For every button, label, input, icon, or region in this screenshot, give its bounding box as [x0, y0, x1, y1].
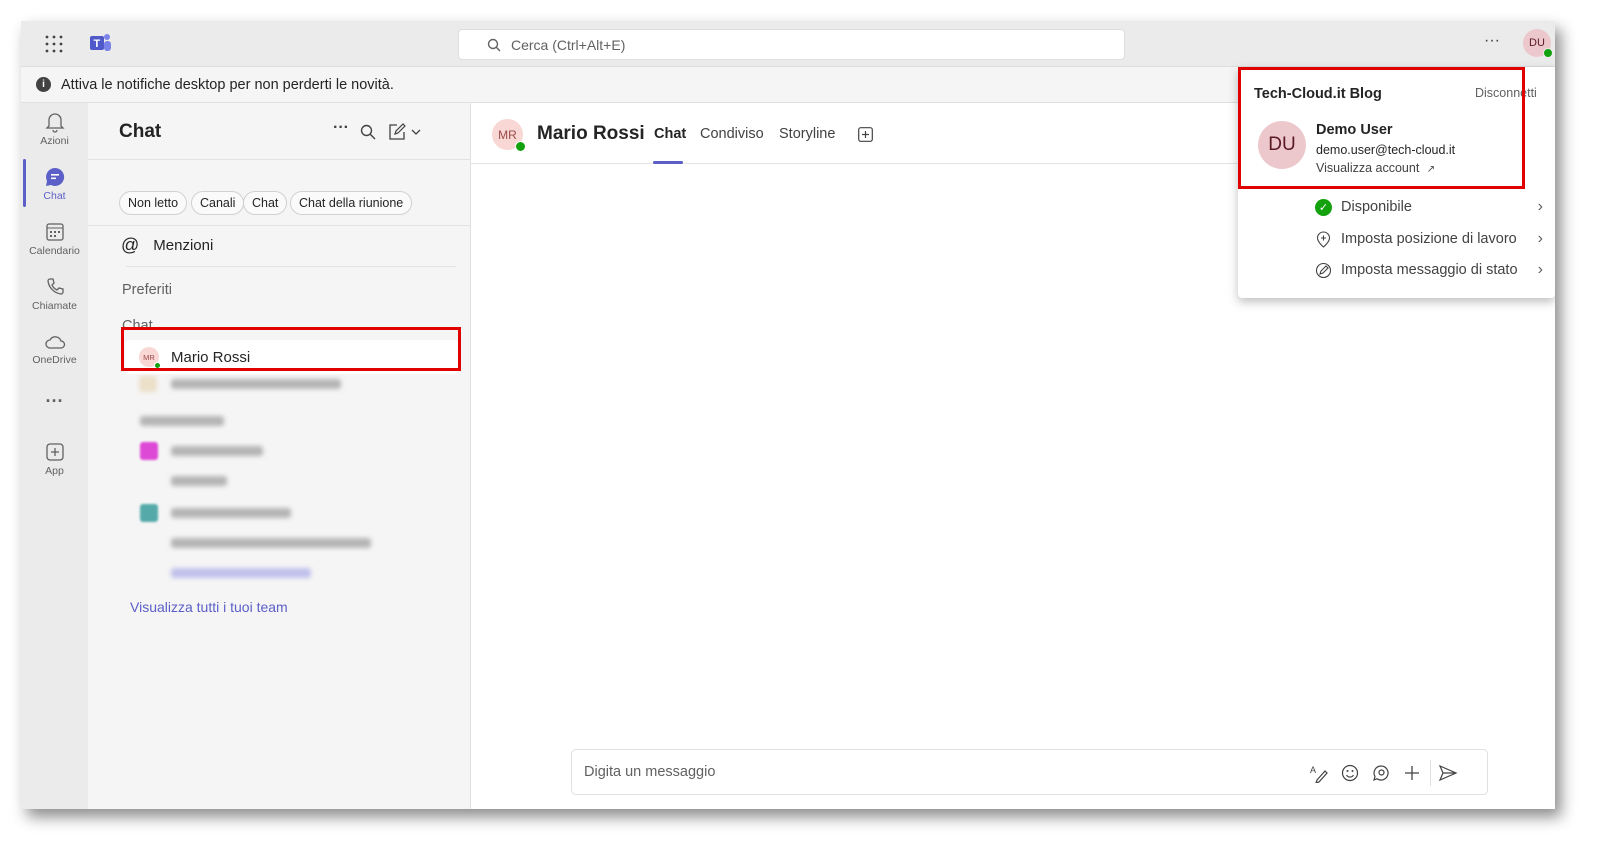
- tab-storyline[interactable]: Storyline: [779, 126, 835, 142]
- presence-available-icon: [515, 141, 526, 152]
- emoji-icon[interactable]: [1340, 763, 1360, 783]
- rail-item-azioni[interactable]: Azioni: [21, 111, 88, 147]
- phone-icon: [46, 278, 64, 295]
- search-input[interactable]: Cerca (Ctrl+Alt+E): [458, 29, 1125, 60]
- mentions-label: Menzioni: [153, 237, 214, 254]
- info-icon: i: [36, 77, 51, 92]
- cloud-icon: [44, 336, 65, 349]
- blurred-team: [171, 446, 263, 456]
- svg-text:A: A: [1310, 765, 1316, 775]
- plus-icon[interactable]: [1402, 763, 1422, 783]
- status-message-icon: [1315, 262, 1332, 278]
- blurred-section: [140, 416, 224, 426]
- blurred-chat-item: [171, 379, 341, 389]
- blurred-channel: [171, 538, 371, 548]
- rail-label: Azioni: [40, 135, 69, 147]
- calendar-icon: [45, 223, 64, 241]
- rail-label: OneDrive: [32, 354, 77, 366]
- available-check-icon: ✓: [1315, 198, 1332, 216]
- bell-icon: [44, 113, 65, 133]
- rail-label: Chat: [43, 190, 66, 202]
- search-icon: [487, 38, 501, 52]
- add-app-icon: [45, 443, 64, 461]
- tab-condiviso[interactable]: Condiviso: [700, 126, 764, 142]
- teams-window: T Cerca (Ctrl+Alt+E) ··· DU i Attiva le …: [21, 21, 1555, 809]
- format-icon[interactable]: A: [1309, 763, 1329, 783]
- send-icon[interactable]: [1438, 763, 1458, 783]
- menu-label: Disponibile: [1341, 199, 1412, 215]
- divider: [88, 225, 470, 226]
- teams-logo-icon: T: [90, 34, 111, 51]
- contact-name: Mario Rossi: [537, 123, 645, 144]
- filter-canali[interactable]: Canali: [191, 191, 245, 215]
- contact-avatar: MR: [492, 119, 526, 152]
- message-input[interactable]: Digita un messaggio A: [571, 749, 1488, 795]
- rail-label: App: [45, 465, 64, 477]
- favorites-header[interactable]: Preferiti: [122, 282, 172, 298]
- blurred-team-icon: [140, 442, 158, 460]
- add-tab-icon[interactable]: [858, 127, 873, 142]
- blurred-team-icon: [140, 504, 158, 522]
- search-placeholder: Cerca (Ctrl+Alt+E): [511, 36, 626, 53]
- filter-non-letto[interactable]: Non letto: [119, 191, 188, 215]
- divider: [1430, 760, 1431, 786]
- presence-available-icon: [1543, 48, 1553, 58]
- top-bar: T Cerca (Ctrl+Alt+E) ··· DU: [21, 21, 1555, 67]
- profile-avatar-button[interactable]: DU: [1523, 29, 1553, 58]
- menu-label: Imposta posizione di lavoro: [1341, 231, 1517, 247]
- work-location-item[interactable]: Imposta posizione di lavoro ›: [1238, 224, 1555, 254]
- blurred-team: [171, 508, 291, 518]
- rail-item-chiamate[interactable]: Chiamate: [21, 276, 88, 312]
- highlight-box: [121, 327, 461, 371]
- status-available-item[interactable]: ✓ Disponibile ›: [1238, 192, 1555, 222]
- blurred-link: [171, 568, 311, 578]
- mentions-item[interactable]: @ Menzioni: [121, 235, 213, 256]
- filter-chat[interactable]: Chat: [243, 191, 288, 215]
- highlight-box: [1238, 67, 1525, 189]
- chat-icon: [45, 167, 64, 186]
- rail-item-calendario[interactable]: Calendario: [21, 221, 88, 257]
- rail-label: Chiamate: [32, 300, 77, 312]
- svg-text:T: T: [94, 38, 101, 50]
- message-placeholder: Digita un messaggio: [584, 764, 716, 780]
- blurred-channel: [171, 476, 227, 486]
- panel-more-button[interactable]: ···: [333, 119, 349, 137]
- chat-list-panel: Chat ··· Non letto Canali Chat Chat dell…: [88, 103, 471, 809]
- divider: [126, 266, 456, 267]
- status-message-item[interactable]: Imposta messaggio di stato ›: [1238, 255, 1555, 285]
- divider: [88, 159, 470, 160]
- loop-icon[interactable]: [1371, 763, 1391, 783]
- avatar-initials: MR: [498, 127, 517, 142]
- notification-text: Attiva le notifiche desktop per non perd…: [61, 76, 394, 93]
- new-chat-icon[interactable]: [388, 123, 424, 141]
- at-icon: @: [121, 235, 140, 255]
- rail-label: Calendario: [29, 245, 80, 257]
- more-apps-button[interactable]: ···: [21, 391, 88, 412]
- panel-title: Chat: [119, 121, 162, 142]
- rail-item-app[interactable]: App: [21, 441, 88, 477]
- chevron-right-icon: ›: [1537, 261, 1543, 278]
- more-options-button[interactable]: ···: [1484, 32, 1500, 50]
- chevron-right-icon: ›: [1537, 198, 1543, 215]
- see-all-teams-link[interactable]: Visualizza tutti i tuoi team: [130, 599, 288, 615]
- app-launcher-icon[interactable]: [45, 35, 63, 53]
- filter-chat-riunione[interactable]: Chat della riunione: [290, 191, 413, 215]
- search-icon[interactable]: [360, 124, 376, 140]
- menu-label: Imposta messaggio di stato: [1341, 262, 1518, 278]
- location-add-icon: [1316, 230, 1331, 248]
- app-rail: Azioni Chat Calendario Chiamate OneDrive…: [21, 103, 88, 809]
- avatar-initials: DU: [1529, 37, 1545, 49]
- active-tab-indicator: [653, 161, 683, 164]
- tab-chat[interactable]: Chat: [654, 126, 686, 142]
- account-popup: Tech-Cloud.it Blog Disconnetti DU Demo U…: [1238, 67, 1555, 298]
- chevron-right-icon: ›: [1537, 230, 1543, 247]
- rail-item-onedrive[interactable]: OneDrive: [21, 332, 88, 366]
- blurred-avatar: [139, 376, 157, 392]
- rail-item-chat[interactable]: Chat: [21, 166, 88, 202]
